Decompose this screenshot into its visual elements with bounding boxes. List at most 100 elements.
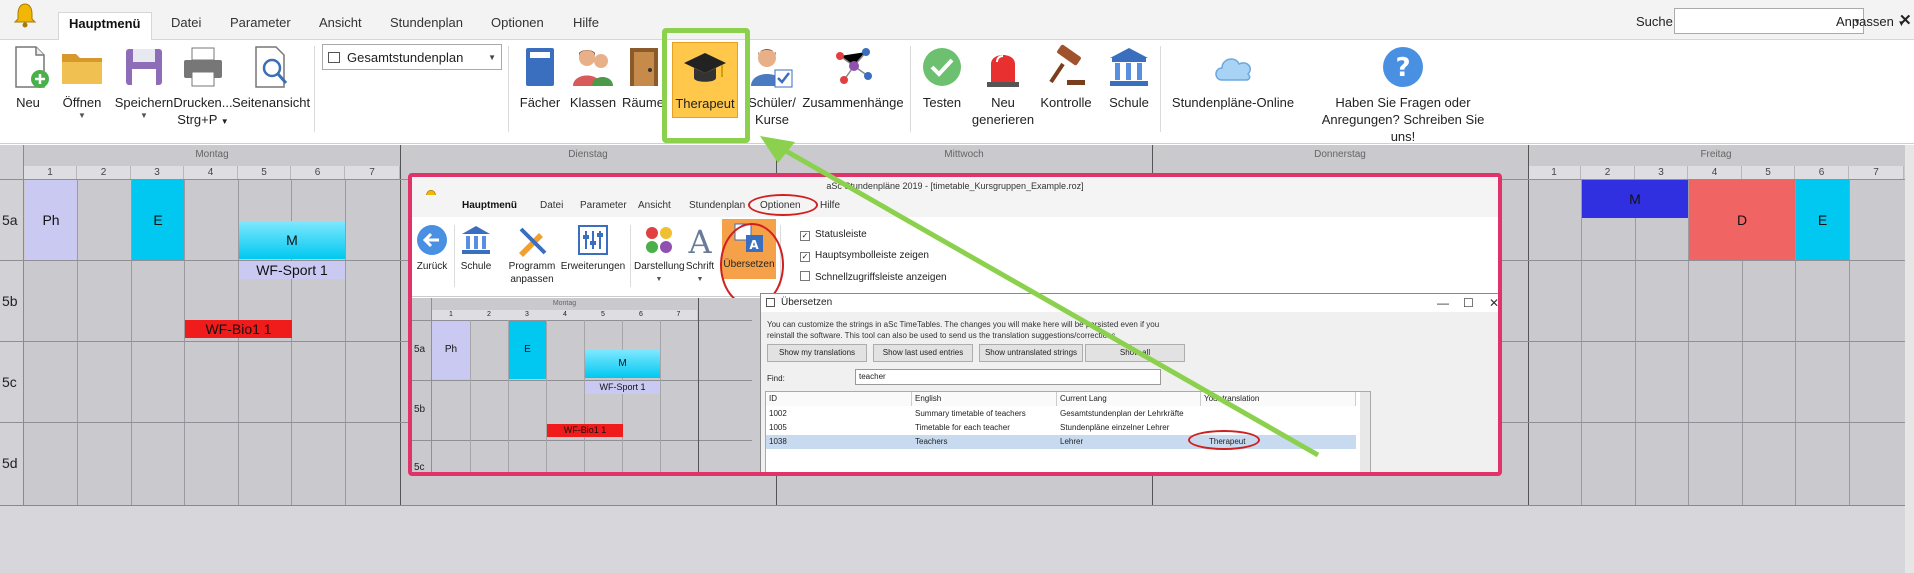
customize-menu[interactable]: Anpassen ▼ [1836,14,1905,29]
print-preview-label: Seitenansicht [232,95,311,110]
school-button[interactable]: Schule [1104,44,1154,111]
relations-button[interactable]: Zusammenhänge [800,44,906,111]
ribbon-toolbar: Neu Öffnen ▼ Speichern ▼ Drucken... Strg… [0,40,1914,144]
translation-annotation [1188,430,1260,450]
online-timetables-button[interactable]: Stundenpläne-Online [1168,44,1298,111]
feedback-button[interactable]: ? Haben Sie Fragen oder Anregungen? Schr… [1318,44,1488,145]
font-icon: A [687,223,712,257]
relations-label: Zusammenhänge [802,95,904,110]
control-button[interactable]: Kontrolle [1036,44,1096,111]
lesson-card: E [509,321,546,379]
open-button[interactable]: Öffnen ▼ [56,44,108,121]
period-header: 6 [1795,166,1849,179]
class-row-label: 5a [414,344,426,355]
lesson-card[interactable]: E [132,180,184,260]
save-button[interactable]: Speichern ▼ [114,44,174,121]
print-button[interactable]: Drucken... Strg+P ▼ [172,44,234,130]
new-button[interactable]: Neu [8,44,49,111]
show-all-button: Show all [1085,344,1185,362]
test-button[interactable]: Testen [918,44,966,111]
quick-access-checkbox: Schnellzugriffsleiste anzeigen [800,271,947,283]
column-header: English [912,392,1057,406]
day-divider [400,145,401,505]
feedback-label-2: Anregungen? Schreiben Sie uns! [1321,112,1485,144]
ribbon-separator [314,46,315,132]
checkbox-checked-icon: ✓ [800,231,810,241]
day-header-tuesday: Dienstag [568,149,608,160]
lesson-card[interactable]: M [1582,180,1688,218]
school-building-icon [1110,48,1148,86]
rooms-button[interactable]: Räume [622,44,664,111]
tab-main-menu[interactable]: Hauptmenü [58,12,152,40]
rooms-label: Räume [622,95,664,110]
checkbox-label: Statusleiste [815,229,867,240]
grid-icon [328,52,340,63]
student-check-icon [751,49,793,88]
lesson-card[interactable]: WF-Sport 1 [239,261,345,279]
alarm-light-icon [987,55,1019,87]
test-label: Testen [922,95,962,110]
grid-line [660,320,661,472]
search-input[interactable] [1675,9,1843,33]
classes-button[interactable]: Klassen [568,44,618,111]
app-bell-icon[interactable] [12,2,38,28]
tab-help[interactable]: Hilfe [563,12,609,40]
search-label: Suche: [1636,14,1677,29]
students-icon [573,50,613,86]
subjects-button[interactable]: Fächer [516,44,564,111]
regenerate-button[interactable]: Neu generieren [968,44,1038,128]
students-label-2: Kurse [755,112,789,127]
grid-line [584,320,585,472]
find-label: Find: [767,374,785,383]
embedded-school-label: Schule [460,261,492,272]
period-header: 1 [1528,166,1581,179]
chevron-down-icon: ▼ [140,111,148,120]
period-header: 1 [24,166,77,179]
period-header: 3 [1635,166,1688,179]
dialog-titlebar: Übersetzen — ☐ ✕ [761,294,1498,312]
period-header: 5 [1742,166,1795,179]
view-select[interactable]: Gesamtstundenplan ▼ [322,44,502,70]
checkbox-checked-icon: ✓ [800,252,810,262]
tab-parameters[interactable]: Parameter [220,12,301,40]
cell-id: 1005 [769,423,787,432]
printer-icon [184,47,222,87]
tab-timetable[interactable]: Stundenplan [380,12,473,40]
show-untranslated-button: Show untranslated strings [979,344,1083,362]
tab-options[interactable]: Optionen [481,12,554,40]
embedded-font-button: A Schrift ▼ [682,223,718,286]
lesson-card[interactable]: D [1689,180,1795,260]
embedded-back-button: Zurück [414,223,450,273]
day-header-monday: Montag [195,149,229,160]
tab-view[interactable]: Ansicht [309,12,372,40]
ribbon-separator [1160,46,1161,132]
period-header: 6 [291,166,345,179]
lesson-card[interactable]: Ph [25,180,77,260]
grid-line [470,320,471,472]
cell-current: Gesamtstundenplan der Lehrkräfte [1060,409,1184,418]
lesson-card[interactable]: M [239,221,345,259]
lesson-card[interactable]: E [1796,180,1849,260]
class-row-label: 5c [2,374,17,390]
embedded-tab-file: Datei [540,200,564,211]
book-icon [526,48,554,86]
table-row-selected: 1038 Teachers Lehrer Therapeut [766,435,1356,449]
students-courses-button[interactable]: Schüler/ Kurse [744,44,800,128]
day-divider [698,298,699,472]
close-icon[interactable]: ✕ [1899,11,1912,29]
save-label: Speichern [114,95,174,110]
chevron-down-icon: ▼ [220,117,229,126]
period-header: 4 [184,166,238,179]
column-header: ID [766,392,912,406]
ribbon-separator [508,46,509,132]
lesson-card[interactable]: WF-Bio1 1 [185,320,292,338]
empty-area [0,505,1914,573]
tab-file[interactable]: Datei [161,12,211,40]
cell-current: Lehrer [1060,437,1084,446]
find-input: teacher [855,369,1161,385]
print-preview-button[interactable]: Seitenansicht [232,44,310,111]
class-row-label: 5c [414,462,425,473]
minimize-icon: — [1437,296,1449,310]
period-header: 2 [1581,166,1635,179]
vertical-scrollbar[interactable] [1905,145,1914,573]
